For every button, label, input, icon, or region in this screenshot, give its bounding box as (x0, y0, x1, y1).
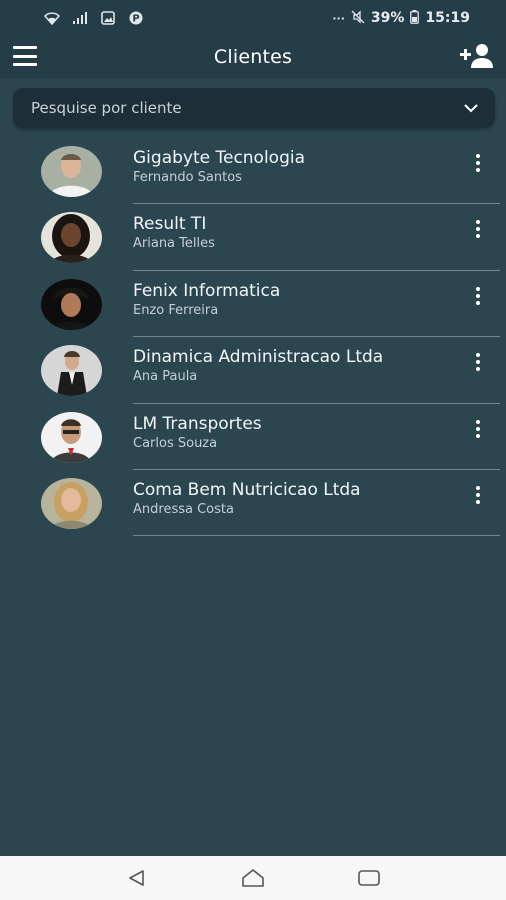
svg-text:P: P (132, 14, 139, 25)
client-contact: Enzo Ferreira (133, 302, 219, 318)
client-row[interactable]: LM Transportes Carlos Souza (0, 404, 506, 470)
client-contact: Fernando Santos (133, 170, 242, 185)
mute-icon (351, 9, 365, 27)
avatar (41, 146, 102, 197)
chevron-down-icon[interactable] (463, 100, 479, 116)
page-title: Clientes (213, 46, 293, 68)
back-button[interactable] (125, 866, 149, 890)
status-bar: P ··· 39% 15:19 (0, 0, 506, 36)
avatar (41, 345, 102, 397)
recents-icon (358, 870, 380, 886)
more-vert-icon[interactable] (466, 151, 490, 175)
client-company: Gigabyte Tecnologia (133, 148, 306, 168)
avatar (41, 212, 102, 264)
avatar (41, 278, 102, 330)
client-text: LM Transportes Carlos Souza (133, 413, 262, 453)
avatar (41, 411, 102, 463)
recents-button[interactable] (357, 866, 381, 890)
add-user-button[interactable] (460, 43, 494, 69)
client-text: Coma Bem Nutricicao Ltda Andressa Costa (133, 479, 361, 519)
add-user-icon (460, 44, 493, 68)
client-text: Fenix Informatica Enzo Ferreira (133, 280, 280, 320)
home-button[interactable] (241, 866, 265, 890)
more-vert-icon[interactable] (466, 350, 490, 374)
search-bar (13, 88, 495, 128)
divider (133, 535, 500, 537)
battery-percent: 39% (370, 10, 405, 26)
search-input[interactable] (31, 99, 463, 117)
gallery-icon (100, 10, 116, 26)
back-triangle-icon (129, 870, 144, 886)
client-text: Dinamica Administracao Ltda Ana Paula (133, 346, 383, 386)
client-list: Gigabyte Tecnologia Fernando Santos Resu… (0, 138, 506, 537)
more-vert-icon[interactable] (466, 483, 490, 507)
client-company: LM Transportes (133, 413, 262, 434)
more-vert-icon[interactable] (466, 417, 490, 441)
client-contact: Ana Paula (133, 369, 198, 385)
more-vert-icon[interactable] (466, 217, 490, 241)
client-row[interactable]: Dinamica Administracao Ltda Ana Paula (0, 337, 506, 404)
status-right: ··· 39% 15:19 (332, 9, 470, 27)
client-company: Fenix Informatica (133, 280, 281, 301)
clock-time: 15:19 (425, 10, 470, 26)
home-icon (242, 869, 264, 887)
client-text: Result TI Ariana Telles (133, 213, 215, 253)
more-vert-icon[interactable] (466, 284, 490, 308)
dots-indicator: ··· (332, 11, 345, 25)
client-text: Gigabyte Tecnologia Fernando Santos (133, 147, 305, 187)
client-contact: Ariana Telles (133, 236, 215, 252)
battery-icon (410, 9, 420, 27)
app-bar: Clientes (0, 36, 506, 78)
client-company: Dinamica Administracao Ltda (133, 347, 384, 368)
client-row[interactable]: Result TI Ariana Telles (0, 204, 506, 271)
avatar (41, 477, 102, 529)
client-contact: Carlos Souza (133, 435, 218, 451)
hamburger-menu-icon[interactable] (13, 46, 37, 66)
client-company: Result TI (133, 214, 207, 235)
system-nav-bar (0, 856, 506, 900)
client-contact: Andressa Costa (133, 501, 234, 517)
client-row[interactable]: Fenix Informatica Enzo Ferreira (0, 271, 506, 338)
wifi-icon (44, 10, 60, 26)
p-icon: P (128, 10, 144, 26)
client-company: Coma Bem Nutricicao Ltda (133, 479, 361, 500)
signal-icon (72, 10, 88, 26)
client-row[interactable]: Gigabyte Tecnologia Fernando Santos (0, 138, 506, 205)
status-left-icons: P (44, 10, 144, 26)
client-row[interactable]: Coma Bem Nutricicao Ltda Andressa Costa (0, 470, 506, 537)
